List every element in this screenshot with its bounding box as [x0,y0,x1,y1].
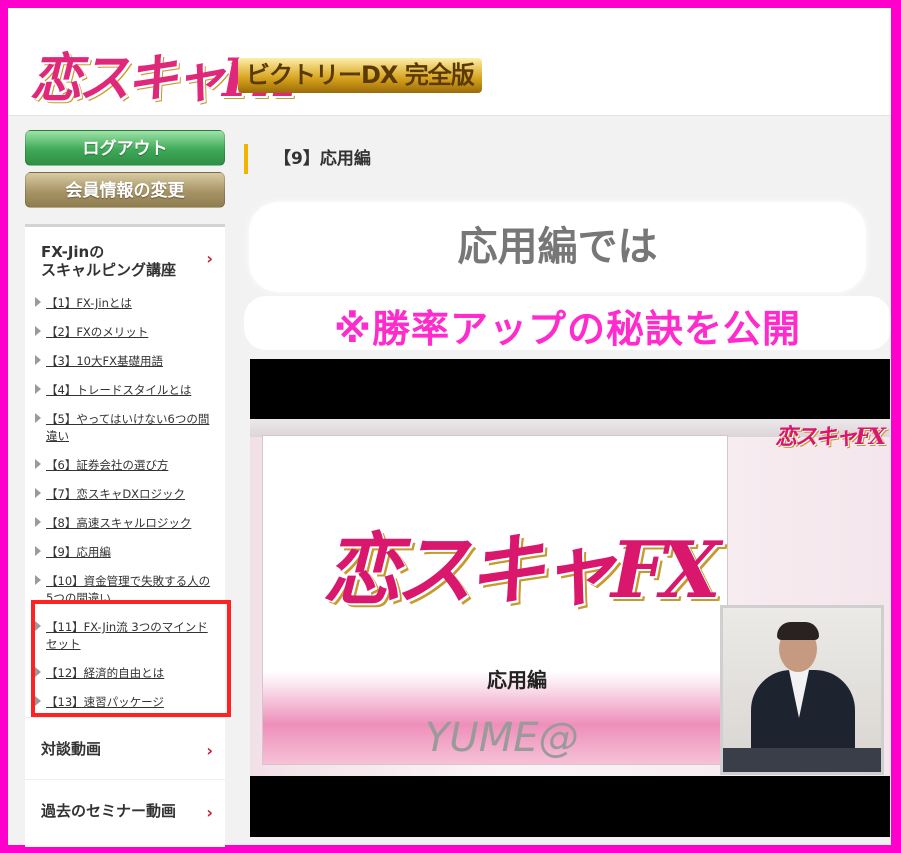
logout-button[interactable]: ログアウト [25,130,225,166]
site-logo[interactable]: 恋スキャFX ビクトリーDX 完全版 [30,30,540,109]
triangle-bullet-icon [35,546,41,556]
triangle-bullet-icon [35,413,41,423]
lesson-item-9: 【9】応用編 [25,538,225,567]
lesson-link-9[interactable]: 【9】応用編 [46,545,111,559]
red-highlight-box [31,600,231,717]
chevron-right-icon: › [206,249,213,268]
section-seminar-label: 過去のセミナー動画 [41,802,177,820]
triangle-bullet-icon [35,326,41,336]
lesson-item-4: 【4】トレードスタイルとは [25,376,225,405]
lesson-item-5: 【5】やってはいけない6つの間違い [25,405,225,451]
lesson-link-1[interactable]: 【1】FX-Jinとは [46,296,132,310]
triangle-bullet-icon [35,297,41,307]
section-talk-videos[interactable]: 対談動画 › [25,717,225,779]
chevron-right-icon: › [206,802,213,822]
lesson-item-8: 【8】高速スキャルロジック [25,509,225,538]
lesson-item-3: 【3】10大FX基礎用語 [25,347,225,376]
triangle-bullet-icon [35,575,41,585]
lesson-item-7: 【7】恋スキャDXロジック [25,480,225,509]
course-title-line1: FX-Jinの [41,243,105,261]
course-title-line2: スキャルピング講座 [41,261,177,279]
watermark-text: YUME@ [425,715,579,761]
slide-title: 応用編 [487,668,547,692]
slide-logo: 恋スキャFX [323,525,721,616]
lesson-item-1: 【1】FX-Jinとは [25,289,225,318]
caption-text-1: 応用編では [457,224,658,270]
presenter-hair [777,622,819,640]
corner-logo: 恋スキャFX [775,424,886,450]
page-frame: 恋スキャFX ビクトリーDX 完全版 ログアウト 会員情報の変更 FX-Jinの… [5,5,894,848]
lesson-link-3[interactable]: 【3】10大FX基礎用語 [46,354,163,368]
lesson-item-6: 【6】証券会社の選び方 [25,451,225,480]
triangle-bullet-icon [35,355,41,365]
chevron-right-icon: › [206,740,213,760]
course-menu: FX-Jinの スキャルピング講座 › 【1】FX-Jinとは 【2】FXのメリ… [25,224,225,847]
presenter-image [720,605,884,775]
lesson-link-5[interactable]: 【5】やってはいけない6つの間違い [46,412,209,443]
presenter-desk [723,748,881,772]
triangle-bullet-icon [35,517,41,527]
member-info-button[interactable]: 会員情報の変更 [25,172,225,208]
page-title: 【9】応用編 [244,144,371,174]
section-talk-label: 対談動画 [41,740,102,758]
lesson-link-7[interactable]: 【7】恋スキャDXロジック [46,487,185,501]
caption-text-2: ※勝率アップの秘訣を公開 [334,307,801,351]
lesson-link-4[interactable]: 【4】トレードスタイルとは [46,383,191,397]
site-header: 恋スキャFX ビクトリーDX 完全版 [8,8,891,116]
lesson-link-8[interactable]: 【8】高速スキャルロジック [46,516,191,530]
caption-bubble-2: ※勝率アップの秘訣を公開 [244,296,891,351]
lesson-item-2: 【2】FXのメリット [25,318,225,347]
triangle-bullet-icon [35,384,41,394]
caption-bubble-1: 応用編では [249,202,866,292]
triangle-bullet-icon [35,488,41,498]
video-player[interactable]: 恋スキャFX 恋スキャFX 応用編 YUME@ [250,359,890,837]
sidebar: ログアウト 会員情報の変更 FX-Jinの スキャルピング講座 › 【1】FX-… [25,130,231,847]
lesson-link-2[interactable]: 【2】FXのメリット [46,325,148,339]
section-seminar-videos[interactable]: 過去のセミナー動画 › [25,779,225,841]
triangle-bullet-icon [35,459,41,469]
video-frame: 恋スキャFX 恋スキャFX 応用編 YUME@ [250,419,890,776]
logo-sub-text: ビクトリーDX 完全版 [238,57,482,93]
course-menu-title[interactable]: FX-Jinの スキャルピング講座 › [25,227,225,289]
lesson-link-6[interactable]: 【6】証券会社の選び方 [46,458,168,472]
